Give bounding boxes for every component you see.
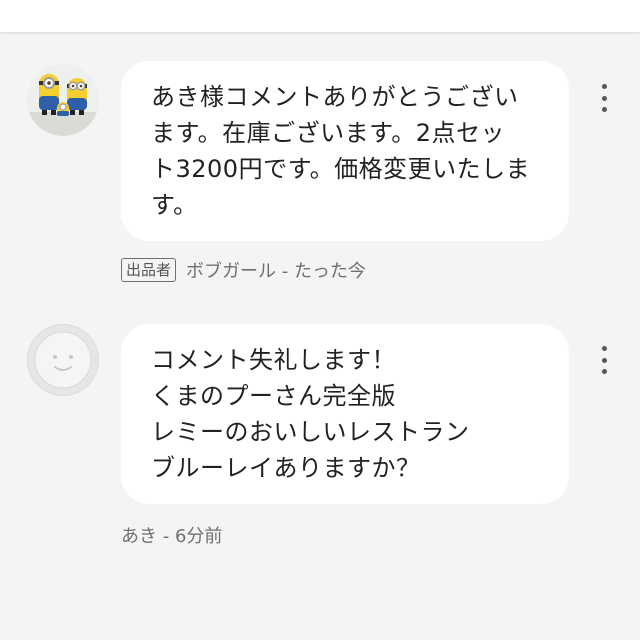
seller-badge: 出品者 (121, 258, 177, 282)
comment-text-line: ト3200円です。価格変更いたしま (151, 155, 531, 183)
comment-meta: 出品者 ボブガール - たった今 (121, 257, 366, 283)
comment-bubble: あき様コメントありがとうござい ます。在庫ございます。2点セッ ト3200円です… (121, 61, 569, 241)
comment-text-line: くまのプーさん完全版 (151, 382, 396, 410)
comment-author-time: あき - 6分前 (121, 526, 223, 547)
comment-text-line: レミーのおいしいレストラン (151, 418, 470, 446)
comment-text-line: あき様コメントありがとうござい (151, 83, 519, 111)
comment-author-time: ボブガール - たった今 (186, 261, 366, 282)
comment-text-line: ます。在庫ございます。2点セッ (151, 119, 505, 147)
comment-meta: あき - 6分前 (121, 522, 222, 548)
comment-bubble: コメント失礼します！ くまのプーさん完全版 レミーのおいしいレストラン ブルーレ… (121, 324, 569, 504)
comment-text-line: す。 (151, 191, 198, 219)
top-bar (0, 0, 640, 32)
default-face-avatar-icon[interactable] (27, 324, 99, 396)
more-options-icon[interactable] (596, 346, 612, 374)
more-options-icon[interactable] (596, 84, 612, 112)
comment-text-line: コメント失礼します！ (151, 346, 396, 374)
minion-avatar-icon[interactable] (27, 64, 99, 136)
comment-text-line: ブルーレイありますか？ (151, 454, 421, 482)
